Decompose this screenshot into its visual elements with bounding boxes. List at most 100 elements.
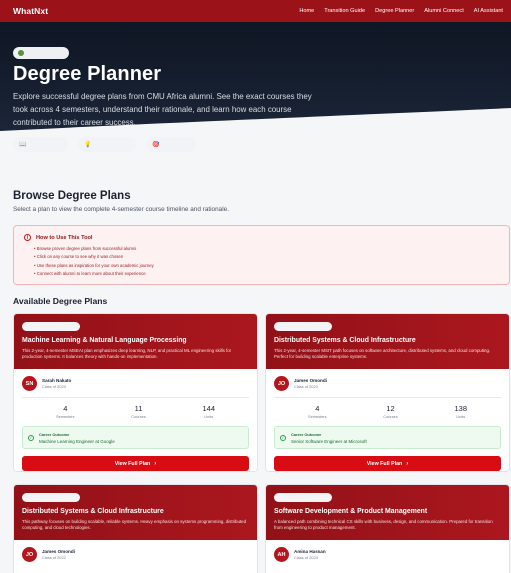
stat-value: 144 — [202, 404, 215, 413]
stat-value: 4 — [63, 404, 68, 413]
check-circle-icon: ✓ — [280, 434, 286, 441]
brand-logo[interactable]: WhatNxt — [13, 6, 48, 16]
stat-courses: 11 Courses — [131, 404, 146, 419]
career-outcome-value: Senior Software Engineer at Microsoft — [291, 438, 367, 444]
alumni-name: James Omondi — [294, 378, 327, 383]
plan-tag-pill — [274, 322, 332, 331]
alumni-class: Class of 2024 — [294, 555, 318, 560]
list-item: Click on any course to see why it was ch… — [34, 253, 499, 261]
stat-value: 4 — [315, 404, 320, 413]
target-icon: 🎯 — [152, 141, 160, 148]
plan-card-header: Distributed Systems & Cloud Infrastructu… — [14, 485, 257, 540]
alumni-info: AH Amina Hassan Class of 2024 — [274, 547, 501, 562]
stat-semesters: 4 Semesters — [308, 404, 327, 419]
courses-chip: 📖 — [13, 137, 68, 152]
stat-label: Units — [456, 414, 466, 419]
nav-link-alumni-connect[interactable]: Alumni Connect — [424, 8, 464, 14]
plan-card[interactable]: Distributed Systems & Cloud Infrastructu… — [265, 313, 510, 472]
list-item: Browse proven degree plans from successf… — [34, 245, 499, 253]
nav-link-home[interactable]: Home — [299, 8, 314, 14]
list-item: Use these plans as inspiration for your … — [34, 262, 499, 270]
stat-label: Courses — [131, 414, 146, 419]
alumni-info: JO James Omondi Class of 2023 — [274, 376, 501, 391]
plan-card-body: SN Sarah Nakato Class of 2023 4 Semester… — [14, 369, 257, 471]
lightbulb-icon: 💡 — [84, 141, 92, 148]
avatar: AH — [274, 547, 289, 562]
hero-section: Degree Planner Explore successful degree… — [0, 22, 511, 182]
alumni-class: Class of 2023 — [294, 384, 318, 389]
avatar: JO — [274, 376, 289, 391]
book-icon: 📖 — [19, 141, 27, 148]
plan-card-body: JO James Omondi Class of 2023 4 Semester… — [266, 369, 509, 471]
plan-title: Distributed Systems & Cloud Infrastructu… — [274, 337, 416, 344]
browse-subtitle: Select a plan to view the complete 4-sem… — [13, 206, 229, 213]
top-nav: WhatNxt Home Transition Guide Degree Pla… — [0, 0, 511, 22]
avatar: JO — [22, 547, 37, 562]
check-circle-icon: ✓ — [28, 434, 34, 441]
stat-units: 144 Units — [202, 404, 215, 419]
plan-card-body: JO James Omondi Class of 2022 — [14, 540, 257, 562]
plan-tag-pill — [22, 322, 80, 331]
plan-card[interactable]: Machine Learning & Natural Language Proc… — [13, 313, 258, 472]
alumni-name: Sarah Nakato — [42, 378, 72, 383]
button-label: View Full Plan — [366, 460, 403, 467]
stat-semesters: 4 Semesters — [56, 404, 75, 419]
plan-description: A balanced path combining technical CS s… — [274, 519, 493, 531]
hero-wave-shape — [0, 108, 511, 182]
view-full-plan-button[interactable]: View Full Plan › — [22, 456, 249, 471]
view-full-plan-button[interactable]: View Full Plan › — [274, 456, 501, 471]
stat-label: Courses — [383, 414, 398, 419]
avatar: SN — [22, 376, 37, 391]
alumni-name: Amina Hassan — [294, 549, 326, 554]
plan-card[interactable]: Distributed Systems & Cloud Infrastructu… — [13, 484, 258, 573]
career-outcome-box: ✓ Career Outcome Machine Learning Engine… — [22, 426, 249, 449]
browse-title: Browse Degree Plans — [13, 190, 131, 202]
plan-title: Machine Learning & Natural Language Proc… — [22, 337, 187, 344]
alumni-name: James Omondi — [42, 549, 75, 554]
nav-links: Home Transition Guide Degree Planner Alu… — [299, 8, 503, 14]
plan-card-header: Distributed Systems & Cloud Infrastructu… — [266, 314, 509, 369]
alumni-class: Class of 2022 — [42, 555, 66, 560]
plan-title: Distributed Systems & Cloud Infrastructu… — [22, 508, 164, 515]
stat-label: Semesters — [56, 414, 75, 419]
plan-tag-pill — [274, 493, 332, 502]
plan-card-header: Machine Learning & Natural Language Proc… — [14, 314, 257, 369]
plan-card[interactable]: Software Development & Product Managemen… — [265, 484, 510, 573]
plan-tag-pill — [22, 493, 80, 502]
goals-chip: 🎯 — [146, 137, 196, 152]
nav-link-ai-assistant[interactable]: AI Assistant — [474, 8, 503, 14]
info-icon: i — [24, 234, 31, 241]
plan-description: This 2-year, 4-semester MSEAI plan empha… — [22, 348, 232, 360]
stat-label: Units — [204, 414, 214, 419]
chevron-right-icon: › — [406, 460, 409, 467]
stat-value: 11 — [134, 404, 143, 413]
how-to-use-list: Browse proven degree plans from successf… — [24, 245, 499, 278]
how-to-use-title: How to Use This Tool — [36, 234, 93, 241]
plan-description: This pathway focuses on building scalabl… — [22, 519, 247, 531]
stat-courses: 12 Courses — [383, 404, 398, 419]
plan-card-body: AH Amina Hassan Class of 2024 — [266, 540, 509, 562]
stat-value: 138 — [454, 404, 467, 413]
how-to-use-header: i How to Use This Tool — [24, 234, 499, 241]
available-plans-title: Available Degree Plans — [13, 296, 108, 306]
career-outcome-label: Career Outcome — [39, 431, 70, 437]
chevron-right-icon: › — [154, 460, 157, 467]
plan-title: Software Development & Product Managemen… — [274, 508, 428, 515]
button-label: View Full Plan — [114, 460, 151, 467]
alumni-info: SN Sarah Nakato Class of 2023 — [22, 376, 249, 391]
plan-description: This 2-year, 4-semester MSIT path focuse… — [274, 348, 491, 360]
career-outcome-label: Career Outcome — [291, 431, 322, 437]
nav-link-transition-guide[interactable]: Transition Guide — [324, 8, 365, 14]
plan-stats: 4 Semesters 11 Courses 144 Units — [22, 398, 249, 419]
nav-link-degree-planner[interactable]: Degree Planner — [375, 8, 414, 14]
career-outcome-box: ✓ Career Outcome Senior Software Enginee… — [274, 426, 501, 449]
stat-value: 12 — [386, 404, 395, 413]
career-outcome-value: Machine Learning Engineer at Google — [39, 438, 115, 444]
insights-chip: 💡 — [78, 137, 136, 152]
how-to-use-box: i How to Use This Tool Browse proven deg… — [13, 225, 510, 285]
list-item: Connect with alumni to learn more about … — [34, 270, 499, 278]
plan-stats: 4 Semesters 12 Courses 138 Units — [274, 398, 501, 419]
alumni-class: Class of 2023 — [42, 384, 66, 389]
hero-stat-chips: 📖 💡 🎯 — [13, 137, 196, 152]
stat-units: 138 Units — [454, 404, 467, 419]
